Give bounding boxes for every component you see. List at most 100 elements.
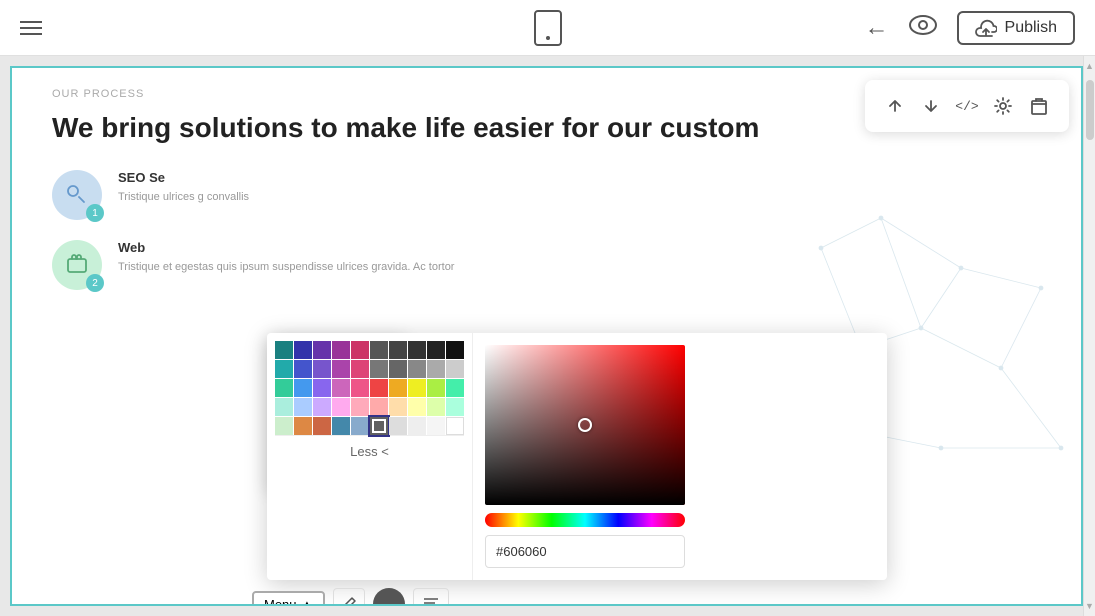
- swatch[interactable]: [294, 398, 312, 416]
- swatch[interactable]: [351, 398, 369, 416]
- preview-icon[interactable]: [909, 15, 937, 41]
- topbar-center: [534, 10, 562, 46]
- gradient-panel: [472, 333, 697, 580]
- swatch[interactable]: [370, 379, 388, 397]
- swatch[interactable]: [427, 379, 445, 397]
- badge-1: 1: [86, 204, 104, 222]
- menu-dropdown-button[interactable]: Menu ▲: [252, 591, 325, 607]
- topbar: ← Publish: [0, 0, 1095, 56]
- move-up-button[interactable]: [877, 88, 913, 124]
- swatch[interactable]: [332, 398, 350, 416]
- swatch[interactable]: [408, 341, 426, 359]
- text-align-button[interactable]: [413, 588, 449, 606]
- swatch[interactable]: [313, 360, 331, 378]
- gradient-cursor[interactable]: [578, 418, 592, 432]
- swatch[interactable]: [389, 398, 407, 416]
- gradient-canvas[interactable]: [485, 345, 685, 505]
- hex-input-wrap: [485, 535, 685, 568]
- swatch[interactable]: [389, 360, 407, 378]
- swatch[interactable]: [427, 398, 445, 416]
- feature-desc-2: Tristique et egestas quis ipsum suspendi…: [118, 259, 454, 276]
- scroll-up-arrow[interactable]: ▲: [1084, 56, 1095, 76]
- swatch[interactable]: [275, 398, 293, 416]
- swatch[interactable]: [294, 341, 312, 359]
- swatch[interactable]: [294, 360, 312, 378]
- swatch[interactable]: [332, 360, 350, 378]
- hue-bar[interactable]: [485, 513, 685, 527]
- color-picker-overlay: Less <: [267, 333, 887, 580]
- scroll-thumb[interactable]: [1086, 80, 1094, 140]
- swatch[interactable]: [389, 379, 407, 397]
- menu-icon[interactable]: [20, 21, 42, 35]
- swatch[interactable]: [313, 398, 331, 416]
- swatch[interactable]: [370, 341, 388, 359]
- swatch[interactable]: [275, 360, 293, 378]
- canvas: </> OUR PROCESS We bring solutions to ma…: [10, 66, 1083, 606]
- color-picker-container: Less <: [267, 333, 887, 580]
- swatch[interactable]: [427, 417, 445, 435]
- mobile-device-icon[interactable]: [534, 10, 562, 46]
- feature-text-1: SEO Se Tristique ulrices g convallis: [118, 170, 249, 206]
- scroll-down-arrow[interactable]: ▼: [1084, 596, 1095, 616]
- swatch[interactable]: [275, 417, 293, 435]
- delete-button[interactable]: [1021, 88, 1057, 124]
- swatch[interactable]: [389, 417, 407, 435]
- topbar-left: [20, 21, 42, 35]
- swatch[interactable]: [446, 341, 464, 359]
- swatch[interactable]: [351, 379, 369, 397]
- swatch[interactable]: [408, 379, 426, 397]
- swatch[interactable]: [351, 360, 369, 378]
- swatch[interactable]: [446, 360, 464, 378]
- menu-dropdown-label: Menu: [264, 597, 297, 607]
- publish-button[interactable]: Publish: [957, 11, 1075, 45]
- swatch[interactable]: [427, 341, 445, 359]
- less-button[interactable]: Less <: [275, 435, 464, 467]
- feature-title-2: Web: [118, 240, 454, 255]
- swatch[interactable]: [313, 341, 331, 359]
- swatch[interactable]: [275, 379, 293, 397]
- swatch-selected[interactable]: [370, 417, 388, 435]
- swatch[interactable]: [446, 379, 464, 397]
- cloud-upload-icon: [975, 19, 997, 37]
- swatch-panel: Less <: [267, 333, 472, 580]
- swatch[interactable]: [275, 341, 293, 359]
- feature-title-1: SEO Se: [118, 170, 249, 185]
- swatch[interactable]: [408, 398, 426, 416]
- swatch-grid: [275, 341, 464, 435]
- publish-label: Publish: [1005, 19, 1057, 37]
- swatch[interactable]: [294, 379, 312, 397]
- move-down-button[interactable]: [913, 88, 949, 124]
- swatch[interactable]: [370, 360, 388, 378]
- swatch[interactable]: [294, 417, 312, 435]
- color-circle-button[interactable]: [373, 588, 405, 606]
- code-button[interactable]: </>: [949, 88, 985, 124]
- settings-button[interactable]: [985, 88, 1021, 124]
- feature-desc-1: Tristique ulrices g convallis: [118, 189, 249, 206]
- scrollbar: ▲ ▼: [1083, 56, 1095, 616]
- swatch[interactable]: [427, 360, 445, 378]
- swatch[interactable]: [351, 417, 369, 435]
- edit-pencil-button[interactable]: [333, 588, 365, 606]
- swatch[interactable]: [332, 417, 350, 435]
- feature-icon-2: 2: [52, 240, 102, 290]
- main-area: </> OUR PROCESS We bring solutions to ma…: [0, 56, 1095, 616]
- swatch[interactable]: [313, 417, 331, 435]
- swatch[interactable]: [408, 417, 426, 435]
- menu-toolbar-row: Menu ▲: [252, 588, 449, 606]
- swatch[interactable]: [446, 398, 464, 416]
- float-toolbar: </>: [865, 80, 1069, 132]
- swatch[interactable]: [370, 398, 388, 416]
- feature-icon-1: 1: [52, 170, 102, 220]
- badge-2: 2: [86, 274, 104, 292]
- swatch[interactable]: [332, 379, 350, 397]
- swatch[interactable]: [313, 379, 331, 397]
- hex-input[interactable]: [485, 535, 685, 568]
- feature-text-2: Web Tristique et egestas quis ipsum susp…: [118, 240, 454, 276]
- dropdown-arrow-icon: ▲: [301, 597, 314, 607]
- back-icon[interactable]: ←: [865, 14, 889, 42]
- swatch[interactable]: [389, 341, 407, 359]
- swatch[interactable]: [408, 360, 426, 378]
- swatch[interactable]: [351, 341, 369, 359]
- swatch[interactable]: [446, 417, 464, 435]
- swatch[interactable]: [332, 341, 350, 359]
